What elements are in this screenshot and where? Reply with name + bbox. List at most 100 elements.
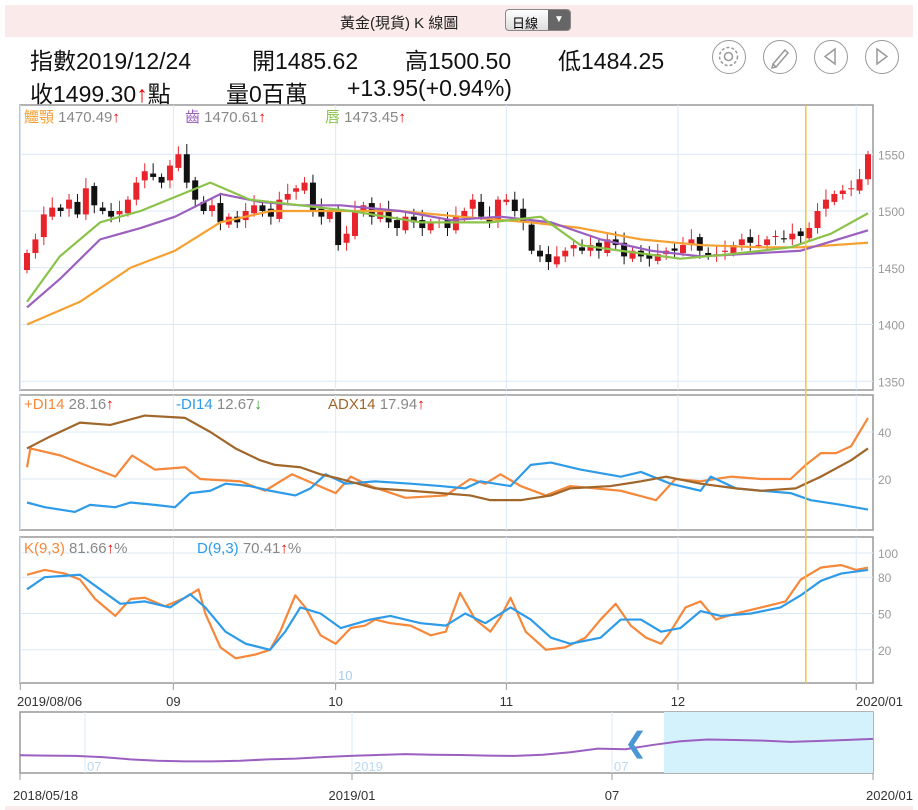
y-tick-label: 1450	[878, 262, 905, 276]
up-arrow-icon: ↑	[258, 109, 266, 126]
candle-down	[99, 207, 106, 211]
candle-down	[57, 207, 64, 211]
legend-ma-2: 唇 1473.45↑	[325, 106, 406, 127]
candle-up	[284, 193, 291, 200]
candle-up	[772, 235, 779, 238]
legend-kd-0: K(9,3) 81.66↑%	[24, 540, 127, 557]
legend-name: -DI14	[176, 396, 217, 413]
candle-up	[814, 211, 821, 229]
candle-down	[394, 220, 401, 229]
candle-up	[856, 179, 863, 191]
legend-value: 1470.61	[204, 109, 259, 126]
legend-dmi-1: -DI14 12.67↓	[176, 396, 262, 413]
candle-up	[251, 205, 258, 214]
candle-up	[40, 214, 47, 238]
legend-value: 81.66	[69, 540, 107, 557]
y-tick-label: 40	[878, 426, 892, 440]
candle-down	[511, 199, 518, 211]
candle-up	[848, 188, 855, 190]
legend-value: 1473.45	[344, 109, 399, 126]
legend-name: 齒	[185, 109, 205, 126]
panel-frame	[19, 536, 874, 684]
candle-up	[351, 211, 358, 236]
legend-name: K(9,3)	[24, 540, 70, 557]
x-tick-label: 2020/01	[856, 694, 903, 709]
candle-down	[747, 237, 754, 243]
candle-up	[24, 252, 30, 271]
candle-up	[166, 165, 173, 181]
candle-up	[503, 199, 510, 202]
candle-up	[722, 250, 729, 252]
candle-up	[427, 222, 434, 231]
y-tick-label: 1500	[878, 205, 905, 219]
candle-down	[671, 248, 678, 251]
candle-down	[150, 173, 157, 177]
candle-up	[293, 188, 300, 192]
candle-up	[116, 211, 123, 215]
navigator-selection[interactable]	[664, 712, 873, 773]
y-tick-label: 20	[878, 473, 892, 487]
candle-up	[82, 188, 89, 215]
candle-up	[343, 233, 350, 243]
candle-down	[797, 231, 804, 236]
candle-down	[780, 238, 787, 240]
candle-down	[108, 211, 115, 217]
candle-down	[579, 247, 586, 251]
candle-down	[74, 201, 81, 215]
candle-up	[755, 245, 762, 247]
candle-up	[326, 211, 333, 219]
up-arrow-icon: ↑	[106, 396, 114, 413]
candle-up	[738, 239, 745, 246]
x-tick-label: 2019/08/06	[17, 694, 82, 709]
y-tick-label: 1550	[878, 148, 905, 162]
legend-dmi-0: +DI14 28.16↑	[24, 396, 114, 413]
candle-down	[528, 224, 535, 251]
legend-name: D(9,3)	[197, 540, 243, 557]
x-tick-label: 11	[500, 694, 514, 709]
candle-up	[66, 199, 73, 209]
candle-down	[158, 176, 165, 183]
legend-kd-1: D(9,3) 70.41↑%	[197, 540, 301, 557]
up-arrow-icon: ↑	[398, 109, 406, 126]
legend-value: 70.41	[242, 540, 281, 557]
up-arrow-icon: ↑	[280, 540, 288, 557]
candle-up	[865, 154, 871, 180]
y-tick-label: 1350	[878, 375, 905, 389]
legend-name: 唇	[325, 109, 345, 126]
candle-up	[469, 199, 476, 209]
legend-ma-1: 齒 1470.61↑	[185, 106, 266, 127]
candle-down	[335, 211, 342, 246]
navigator-left-arrow-icon[interactable]: ❮	[624, 726, 647, 759]
candle-up	[32, 239, 39, 253]
candle-up	[49, 207, 56, 217]
candle-up	[831, 193, 838, 202]
candle-up	[789, 233, 796, 240]
candle-down	[545, 254, 552, 263]
candle-up	[141, 171, 148, 181]
candle-up	[553, 256, 560, 265]
candle-up	[806, 228, 813, 239]
kd-watermark-label: 10	[338, 668, 352, 683]
y-tick-label: 1400	[878, 319, 905, 333]
footer-bar	[5, 806, 913, 810]
candle-up	[679, 245, 686, 253]
legend-value: 17.94	[379, 396, 418, 413]
candle-down	[259, 205, 266, 211]
y-tick-label: 20	[878, 644, 892, 658]
navigator-inner-label: 07	[87, 759, 101, 774]
navigator-tick-label: 2018/05/18	[13, 788, 78, 803]
legend-value: 28.16	[68, 396, 107, 413]
legend-name: +DI14	[24, 396, 69, 413]
navigator-tick-label: 2019/01	[329, 788, 376, 803]
y-tick-label: 100	[878, 547, 898, 561]
candle-up	[301, 182, 308, 191]
legend-suffix: %	[114, 540, 128, 557]
candle-up	[822, 199, 829, 209]
x-tick-label: 10	[328, 694, 342, 709]
legend-dmi-2: ADX14 17.94↑	[328, 396, 425, 413]
y-tick-label: 80	[878, 571, 892, 585]
candle-up	[562, 250, 569, 257]
navigator-inner-label: 07	[614, 759, 628, 774]
legend-name: ADX14	[328, 396, 380, 413]
chart-canvas[interactable]: 1550 1500 1450 1400 1350 40 20 100 80 50 20 10 2019/…	[0, 0, 918, 810]
